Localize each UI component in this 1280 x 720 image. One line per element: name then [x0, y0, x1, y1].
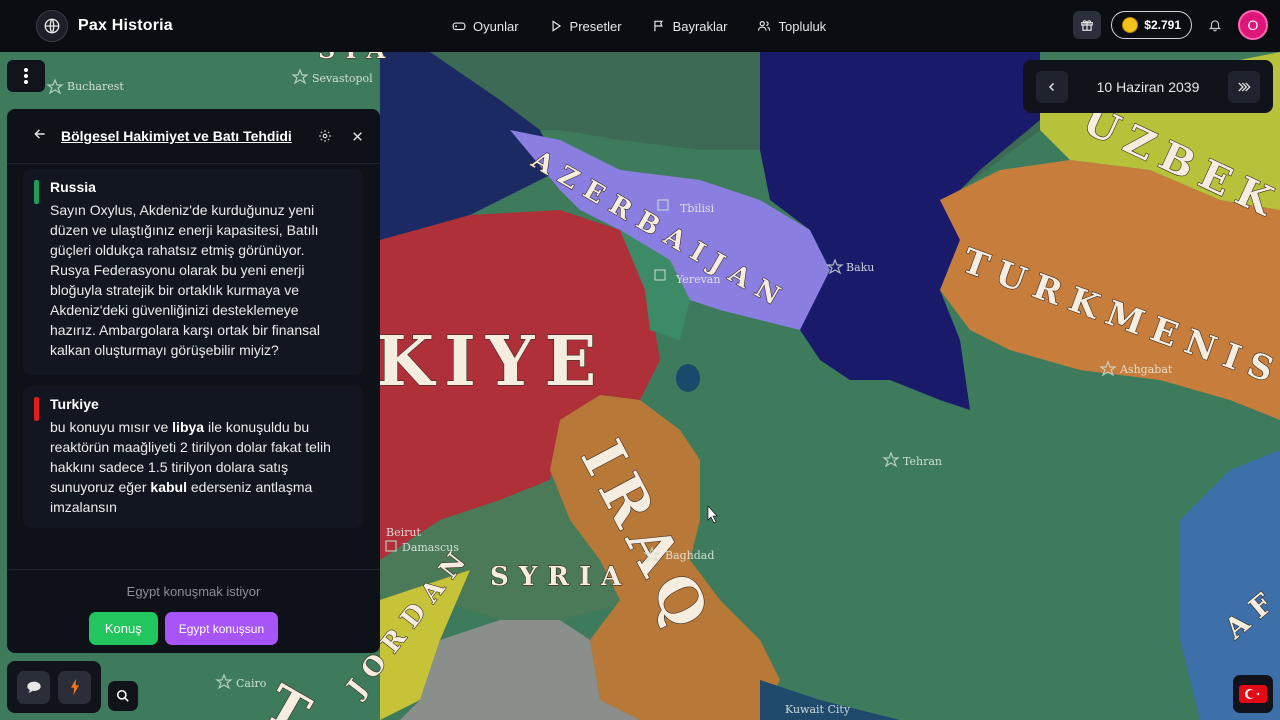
city-sevastopol[interactable]: Sevastopol — [312, 72, 373, 85]
nav-label: Presetler — [569, 18, 622, 34]
chevron-left-icon — [1048, 82, 1055, 91]
balance-value: $2.791 — [1144, 18, 1181, 32]
chat-message-russia: Russia Sayın Oxylus, Akdeniz'de kurduğun… — [23, 169, 363, 375]
previous-date-button[interactable] — [1036, 70, 1068, 103]
lightning-icon — [70, 679, 79, 695]
date-panel: 10 Haziran 2039 — [1023, 60, 1273, 113]
avatar[interactable]: O — [1238, 10, 1268, 40]
flag-icon — [653, 20, 663, 32]
chevrons-right-icon — [1238, 82, 1251, 91]
map-label-syria: SYRIA — [490, 562, 631, 592]
city-kuwait-city[interactable]: Kuwait City — [785, 703, 851, 716]
nav-item-presets[interactable]: Presetler — [549, 19, 622, 34]
city-tehran[interactable]: Tehran — [903, 455, 942, 468]
bottom-tools — [7, 661, 101, 713]
city-yerevan[interactable]: Yerevan — [675, 273, 720, 286]
chat-actions: Konuş Egypt konuşsun — [7, 612, 380, 645]
message-sender: Russia — [50, 179, 96, 195]
search-button[interactable] — [108, 681, 138, 711]
chat-toggle-button[interactable] — [17, 670, 50, 704]
nav-label: Bayraklar — [672, 18, 728, 34]
gamepad-icon — [452, 22, 466, 31]
chat-message-turkiye: Turkiye bu konuyu mısır ve libya ile kon… — [23, 386, 363, 528]
notifications-button[interactable] — [1202, 12, 1228, 38]
player-flag-button[interactable] — [1233, 675, 1273, 713]
turkiye-flag-icon — [1239, 685, 1267, 703]
nav-label: Oyunlar — [473, 18, 519, 34]
fast-forward-button[interactable] — [1228, 70, 1260, 103]
city-baghdad[interactable]: Baghdad — [665, 549, 714, 562]
chat-footer: Egypt konuşmak istiyor Konuş Egypt konuş… — [7, 569, 380, 653]
nav-label: Topluluk — [778, 18, 827, 34]
gift-icon — [1081, 20, 1094, 31]
actions-button[interactable] — [58, 670, 91, 704]
top-nav-bar: Pax Historia Oyunlar Presetler Bayraklar… — [0, 0, 1280, 52]
balance-badge[interactable]: $2.791 — [1111, 11, 1192, 39]
city-bucharest[interactable]: Bucharest — [67, 80, 124, 93]
nav-item-flags[interactable]: Bayraklar — [652, 18, 728, 34]
back-arrow-icon[interactable] — [33, 127, 47, 146]
message-sender: Turkiye — [50, 396, 99, 412]
wants-to-talk-note: Egypt konuşmak istiyor — [126, 584, 261, 599]
search-icon — [116, 689, 129, 702]
city-beirut[interactable]: Beirut — [386, 526, 421, 539]
message-text: Sayın Oxylus, Akdeniz'de kurduğunuz yeni… — [50, 202, 321, 358]
sender-color-bar — [34, 180, 39, 204]
play-icon — [552, 20, 561, 32]
main-nav: Oyunlar Presetler Bayraklar Topluluk — [452, 0, 826, 52]
city-baku[interactable]: Baku — [846, 261, 874, 274]
coin-icon — [1122, 17, 1139, 33]
app-name: Pax Historia — [78, 17, 173, 34]
globe-icon — [36, 10, 68, 42]
message-text: bu konuyu mısır ve libya ile konuşuldu b… — [50, 419, 331, 515]
nav-item-community[interactable]: Topluluk — [757, 19, 826, 34]
close-icon[interactable] — [348, 130, 366, 143]
app-logo[interactable]: Pax Historia — [36, 10, 173, 42]
city-cairo[interactable]: Cairo — [236, 677, 267, 690]
chat-title[interactable]: Bölgesel Hakimiyet ve Batı Tehdidi — [61, 128, 302, 144]
map-label-turkiye: KIYE — [375, 322, 606, 402]
city-ashgabat[interactable]: Ashgabat — [1119, 363, 1173, 376]
chat-bubble-icon — [26, 681, 41, 693]
account-area: $2.791 O — [1073, 10, 1268, 40]
let-egypt-talk-button[interactable]: Egypt konuşsun — [164, 612, 279, 645]
users-icon — [758, 21, 771, 31]
talk-button[interactable]: Konuş — [88, 612, 158, 645]
current-date: 10 Haziran 2039 — [1096, 78, 1200, 95]
chat-header: Bölgesel Hakimiyet ve Batı Tehdidi — [7, 109, 380, 164]
gift-button[interactable] — [1073, 11, 1102, 39]
menu-button[interactable] — [7, 60, 45, 92]
bell-icon — [1208, 20, 1222, 32]
sender-color-bar — [34, 397, 39, 421]
city-damascus[interactable]: Damascus — [402, 541, 459, 554]
city-tbilisi[interactable]: Tbilisi — [680, 202, 715, 215]
settings-gear-icon[interactable] — [316, 129, 334, 143]
more-vertical-icon — [24, 68, 28, 84]
nav-item-games[interactable]: Oyunlar — [452, 19, 519, 34]
diplomacy-chat-panel: Bölgesel Hakimiyet ve Batı Tehdidi Russi… — [7, 109, 380, 653]
